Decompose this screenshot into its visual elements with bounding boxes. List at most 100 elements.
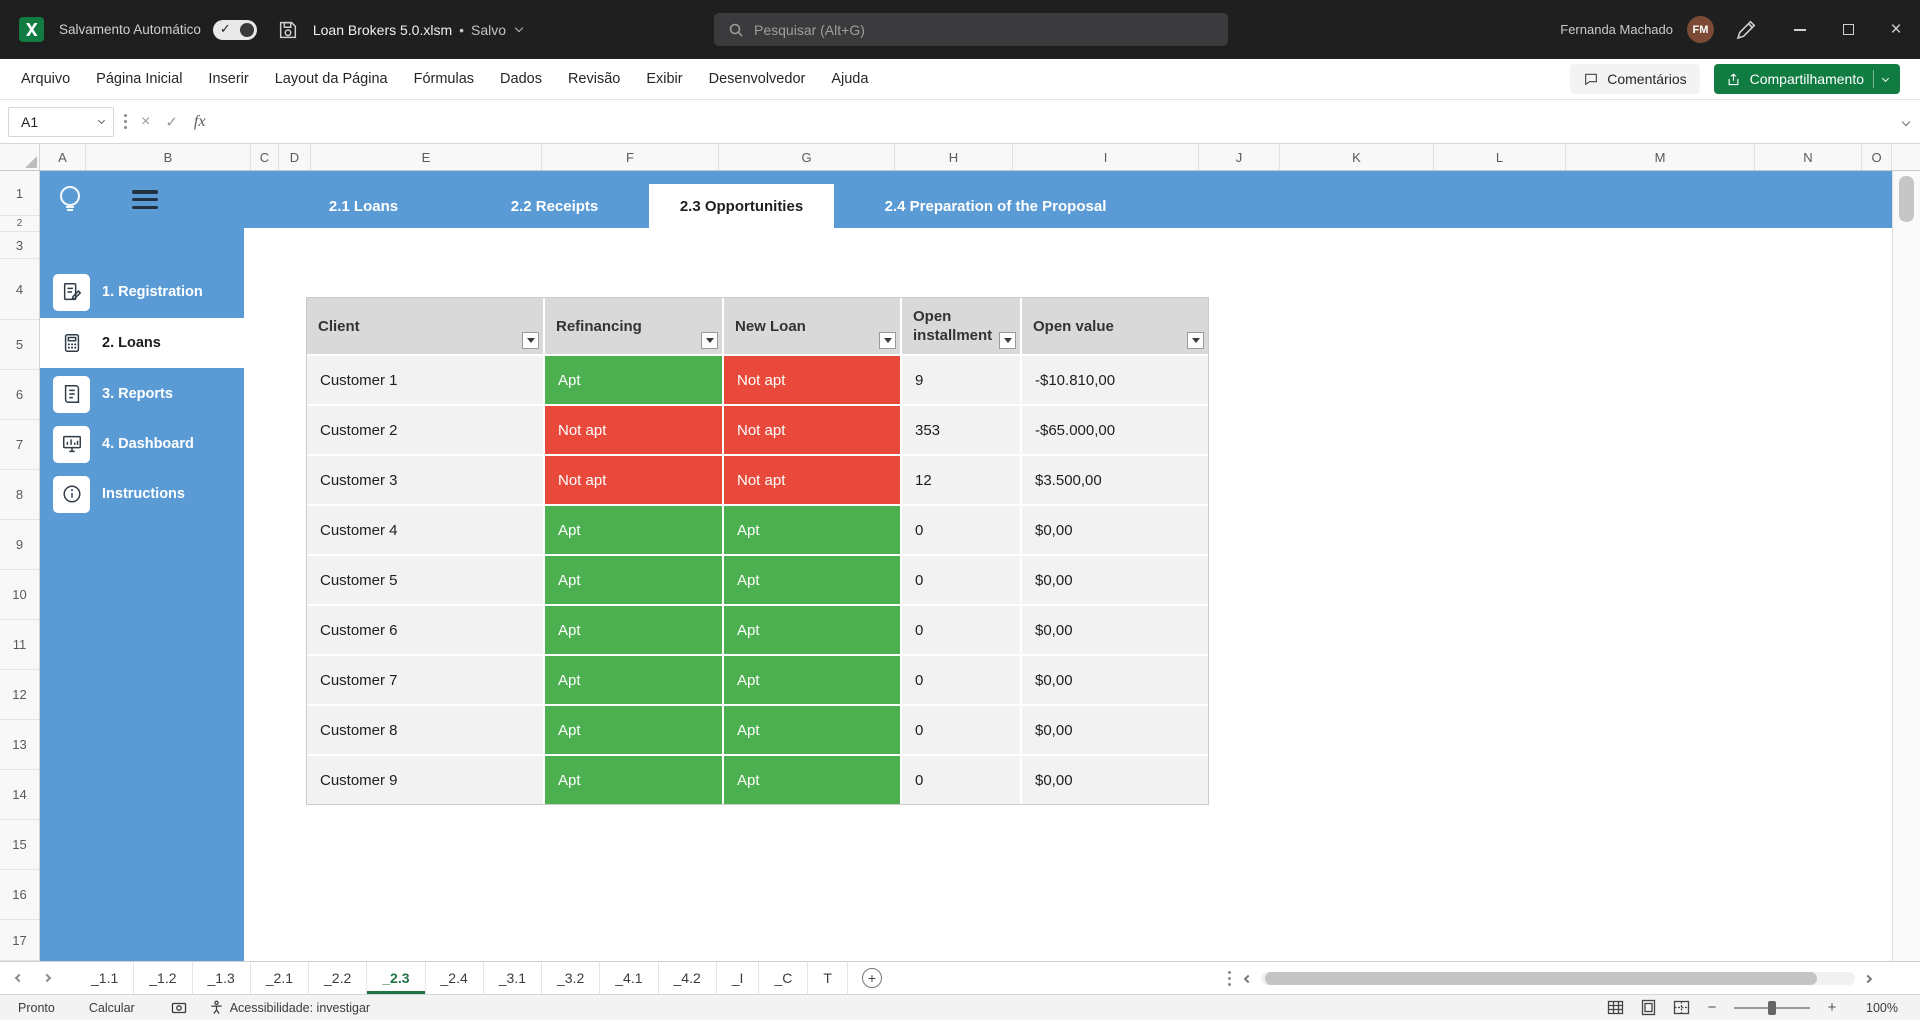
column-header-j[interactable]: J (1199, 144, 1280, 170)
open-installment-cell[interactable]: 0 (902, 506, 1020, 554)
comments-button[interactable]: Comentários (1570, 64, 1700, 94)
minimize-button[interactable] (1776, 0, 1824, 59)
column-header-g[interactable]: G (719, 144, 895, 170)
sheet-tab-2-2[interactable]: _2.2 (309, 962, 368, 994)
sheet-tab-t[interactable]: T (808, 962, 848, 994)
autosave-toggle[interactable]: ✓ (212, 19, 257, 40)
column-header-f[interactable]: F (542, 144, 719, 170)
sidebar-item-loans[interactable]: 2. Loans (40, 318, 244, 368)
column-header-n[interactable]: N (1755, 144, 1862, 170)
cancel-entry-button[interactable]: × (141, 113, 150, 131)
row-header-16[interactable]: 16 (0, 870, 39, 920)
row-header-13[interactable]: 13 (0, 720, 39, 770)
new-loan-cell[interactable]: Not apt (724, 356, 900, 404)
column-header-m[interactable]: M (1566, 144, 1755, 170)
column-header-o[interactable]: O (1862, 144, 1892, 170)
open-installment-cell[interactable]: 353 (902, 406, 1020, 454)
avatar[interactable]: FM (1687, 16, 1714, 43)
sidebar-item-instructions[interactable]: Instructions (40, 469, 244, 519)
open-installment-cell[interactable]: 9 (902, 356, 1020, 404)
sheet-tab-i[interactable]: _I (717, 962, 760, 994)
sheet-tab-1-2[interactable]: _1.2 (134, 962, 193, 994)
new-loan-cell[interactable]: Apt (724, 606, 900, 654)
sheet-tab-3-1[interactable]: _3.1 (484, 962, 542, 994)
calculate-status[interactable]: Calcular (89, 1001, 135, 1015)
open-installment-cell[interactable]: 12 (902, 456, 1020, 504)
client-cell[interactable]: Customer 1 (307, 356, 543, 404)
row-header-14[interactable]: 14 (0, 770, 39, 820)
column-header-a[interactable]: A (40, 144, 86, 170)
refinancing-cell[interactable]: Not apt (545, 406, 722, 454)
row-header-3[interactable]: 3 (0, 232, 39, 259)
name-box[interactable]: A1 (8, 106, 114, 137)
row-header-17[interactable]: 17 (0, 920, 39, 961)
sheet-tab-1-3[interactable]: _1.3 (193, 962, 251, 994)
open-installment-cell[interactable]: 0 (902, 756, 1020, 804)
maximize-button[interactable] (1824, 0, 1872, 59)
scroll-left-icon[interactable] (1243, 974, 1253, 983)
formula-input[interactable] (221, 100, 1892, 143)
horizontal-scrollbar[interactable] (1261, 972, 1855, 985)
zoom-level[interactable]: 100% (1854, 1001, 1898, 1015)
filter-dropdown-icon[interactable] (701, 332, 718, 349)
search-bar[interactable] (714, 13, 1228, 46)
zoom-slider[interactable] (1734, 1000, 1810, 1015)
confirm-entry-button[interactable]: ✓ (165, 113, 178, 131)
ribbon-tab-exibir[interactable]: Exibir (633, 71, 695, 87)
new-loan-cell[interactable]: Apt (724, 506, 900, 554)
nav-tab-receipts[interactable]: 2.2 Receipts (484, 184, 625, 228)
column-header-e[interactable]: E (311, 144, 542, 170)
open-installment-cell[interactable]: 0 (902, 556, 1020, 604)
document-title[interactable]: Loan Brokers 5.0.xlsm • Salvo (313, 22, 524, 38)
ribbon-tab-ajuda[interactable]: Ajuda (818, 71, 881, 87)
vertical-scrollbar-thumb[interactable] (1899, 176, 1914, 222)
client-cell[interactable]: Customer 4 (307, 506, 543, 554)
sheet-tab-2-3[interactable]: _2.3 (367, 962, 426, 994)
row-header-9[interactable]: 9 (0, 520, 39, 570)
sidebar-item-registration[interactable]: 1. Registration (40, 267, 244, 317)
refinancing-cell[interactable]: Apt (545, 606, 722, 654)
nav-tab-opportunities[interactable]: 2.3 Opportunities (649, 184, 834, 228)
row-header-2[interactable]: 2 (0, 216, 39, 232)
table-header-refinancing[interactable]: Refinancing (545, 298, 722, 354)
chevron-down-icon[interactable] (1881, 74, 1890, 82)
client-cell[interactable]: Customer 3 (307, 456, 543, 504)
refinancing-cell[interactable]: Apt (545, 556, 722, 604)
open-value-cell[interactable]: -$10.810,00 (1022, 356, 1208, 404)
open-value-cell[interactable]: $0,00 (1022, 706, 1208, 754)
new-loan-cell[interactable]: Not apt (724, 456, 900, 504)
nav-tab-preparation[interactable]: 2.4 Preparation of the Proposal (865, 184, 1126, 228)
insert-function-button[interactable]: fx (194, 113, 206, 131)
client-cell[interactable]: Customer 8 (307, 706, 543, 754)
open-installment-cell[interactable]: 0 (902, 656, 1020, 704)
open-value-cell[interactable]: $0,00 (1022, 756, 1208, 804)
new-loan-cell[interactable]: Apt (724, 756, 900, 804)
name-box-resize-handle[interactable] (124, 114, 127, 129)
open-value-cell[interactable]: $0,00 (1022, 506, 1208, 554)
accessibility-icon[interactable] (209, 1000, 224, 1015)
sheet-tab-3-2[interactable]: _3.2 (542, 962, 601, 994)
row-header-15[interactable]: 15 (0, 820, 39, 870)
horizontal-scrollbar-thumb[interactable] (1265, 972, 1817, 985)
zoom-slider-thumb[interactable] (1768, 1000, 1776, 1015)
table-header-client[interactable]: Client (307, 298, 543, 354)
row-header-12[interactable]: 12 (0, 670, 39, 720)
refinancing-cell[interactable]: Apt (545, 756, 722, 804)
filter-dropdown-icon[interactable] (1187, 332, 1204, 349)
vertical-scrollbar[interactable] (1892, 171, 1920, 961)
ribbon-tab-arquivo[interactable]: Arquivo (8, 71, 83, 87)
table-header-open-value[interactable]: Open value (1022, 298, 1208, 354)
ribbon-tab-pagina-inicial[interactable]: Página Inicial (83, 71, 195, 87)
column-header-c[interactable]: C (251, 144, 279, 170)
ribbon-tab-desenvolvedor[interactable]: Desenvolvedor (696, 71, 819, 87)
open-value-cell[interactable]: -$65.000,00 (1022, 406, 1208, 454)
refinancing-cell[interactable]: Not apt (545, 456, 722, 504)
ribbon-tab-layout-da-pagina[interactable]: Layout da Página (262, 71, 401, 87)
client-cell[interactable]: Customer 6 (307, 606, 543, 654)
open-value-cell[interactable]: $0,00 (1022, 606, 1208, 654)
normal-view-icon[interactable] (1607, 999, 1624, 1016)
row-header-10[interactable]: 10 (0, 570, 39, 620)
open-installment-cell[interactable]: 0 (902, 706, 1020, 754)
sheet-tab-2-1[interactable]: _2.1 (251, 962, 309, 994)
zoom-in-button[interactable]: + (1826, 999, 1838, 1016)
